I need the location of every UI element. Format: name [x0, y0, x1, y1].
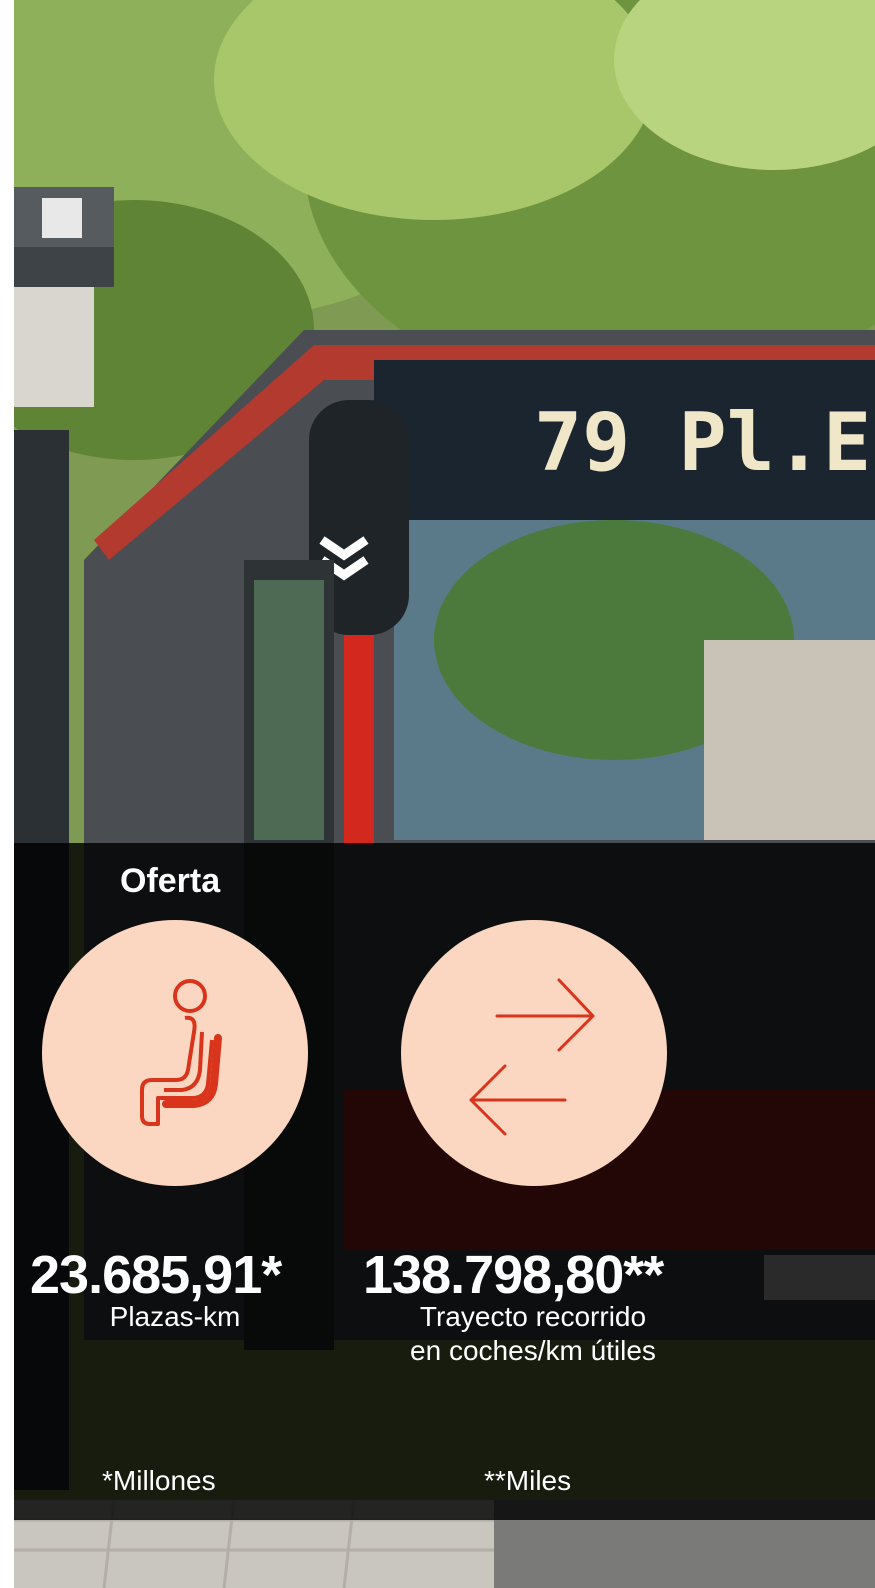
seats-km-label: Plazas-km [109, 1301, 241, 1332]
seats-km-value: 23.685,91* [30, 1245, 282, 1305]
seat-person-icon [140, 979, 222, 1126]
bus-destination-display: 79 Pl.Esp [534, 396, 875, 489]
page: 79 Pl.Esp Oferta [0, 0, 875, 1588]
route-icon-circle [401, 920, 667, 1186]
seat-icon-circle [42, 920, 308, 1186]
route-km-label-line2: en coches/km útiles [410, 1335, 656, 1366]
route-km-value: 138.798,80** [363, 1245, 664, 1305]
footnote-millions: *Millones [102, 1465, 216, 1496]
footnote-thousands: **Miles [484, 1465, 572, 1496]
route-km-label-line1: Trayecto recorrido [419, 1301, 647, 1332]
route-km-label: Trayecto recorrido en coches/km útiles [365, 1300, 701, 1368]
section-title: Oferta [120, 862, 221, 900]
round-trip-arrows-icon [469, 978, 595, 1136]
